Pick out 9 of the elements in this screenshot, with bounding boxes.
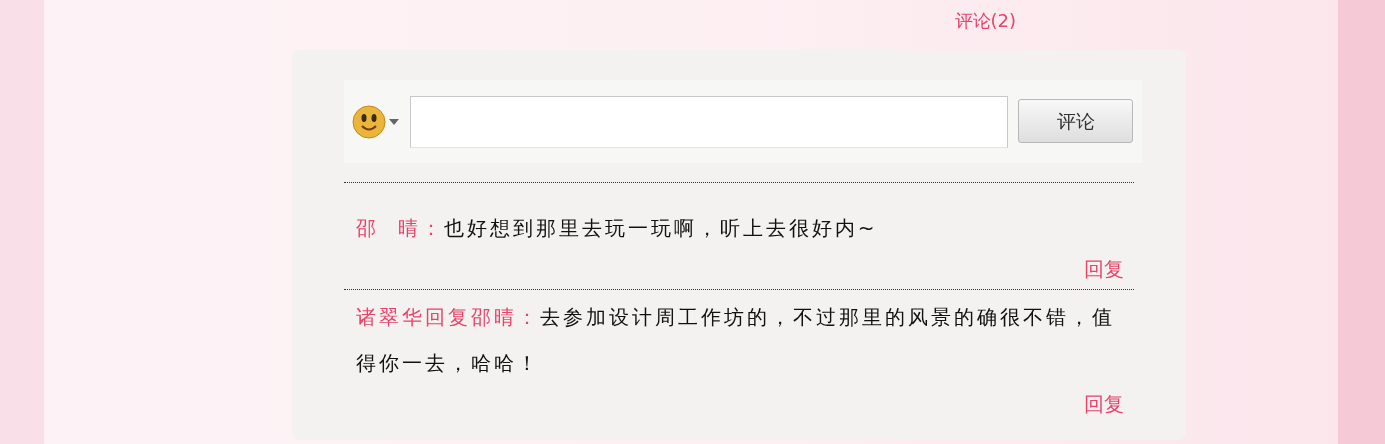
comments-link[interactable]: 评论(2): [954, 8, 1016, 34]
submit-button[interactable]: 评论: [1018, 99, 1133, 143]
reply-link[interactable]: 回复: [1084, 254, 1124, 284]
caret-icon: [388, 117, 400, 126]
comment-text: 诸翠华回复邵晴：去参加设计周工作坊的，不过那里的风景的确很不错，值得你一去，哈哈！: [356, 304, 1116, 377]
comment-text: 邵 晴：也好想到那里去玩一玩啊，听上去很好内~: [356, 215, 879, 242]
comment-input[interactable]: [410, 95, 1008, 148]
smiley-icon: [352, 104, 386, 139]
reply-link[interactable]: 回复: [1084, 389, 1124, 419]
